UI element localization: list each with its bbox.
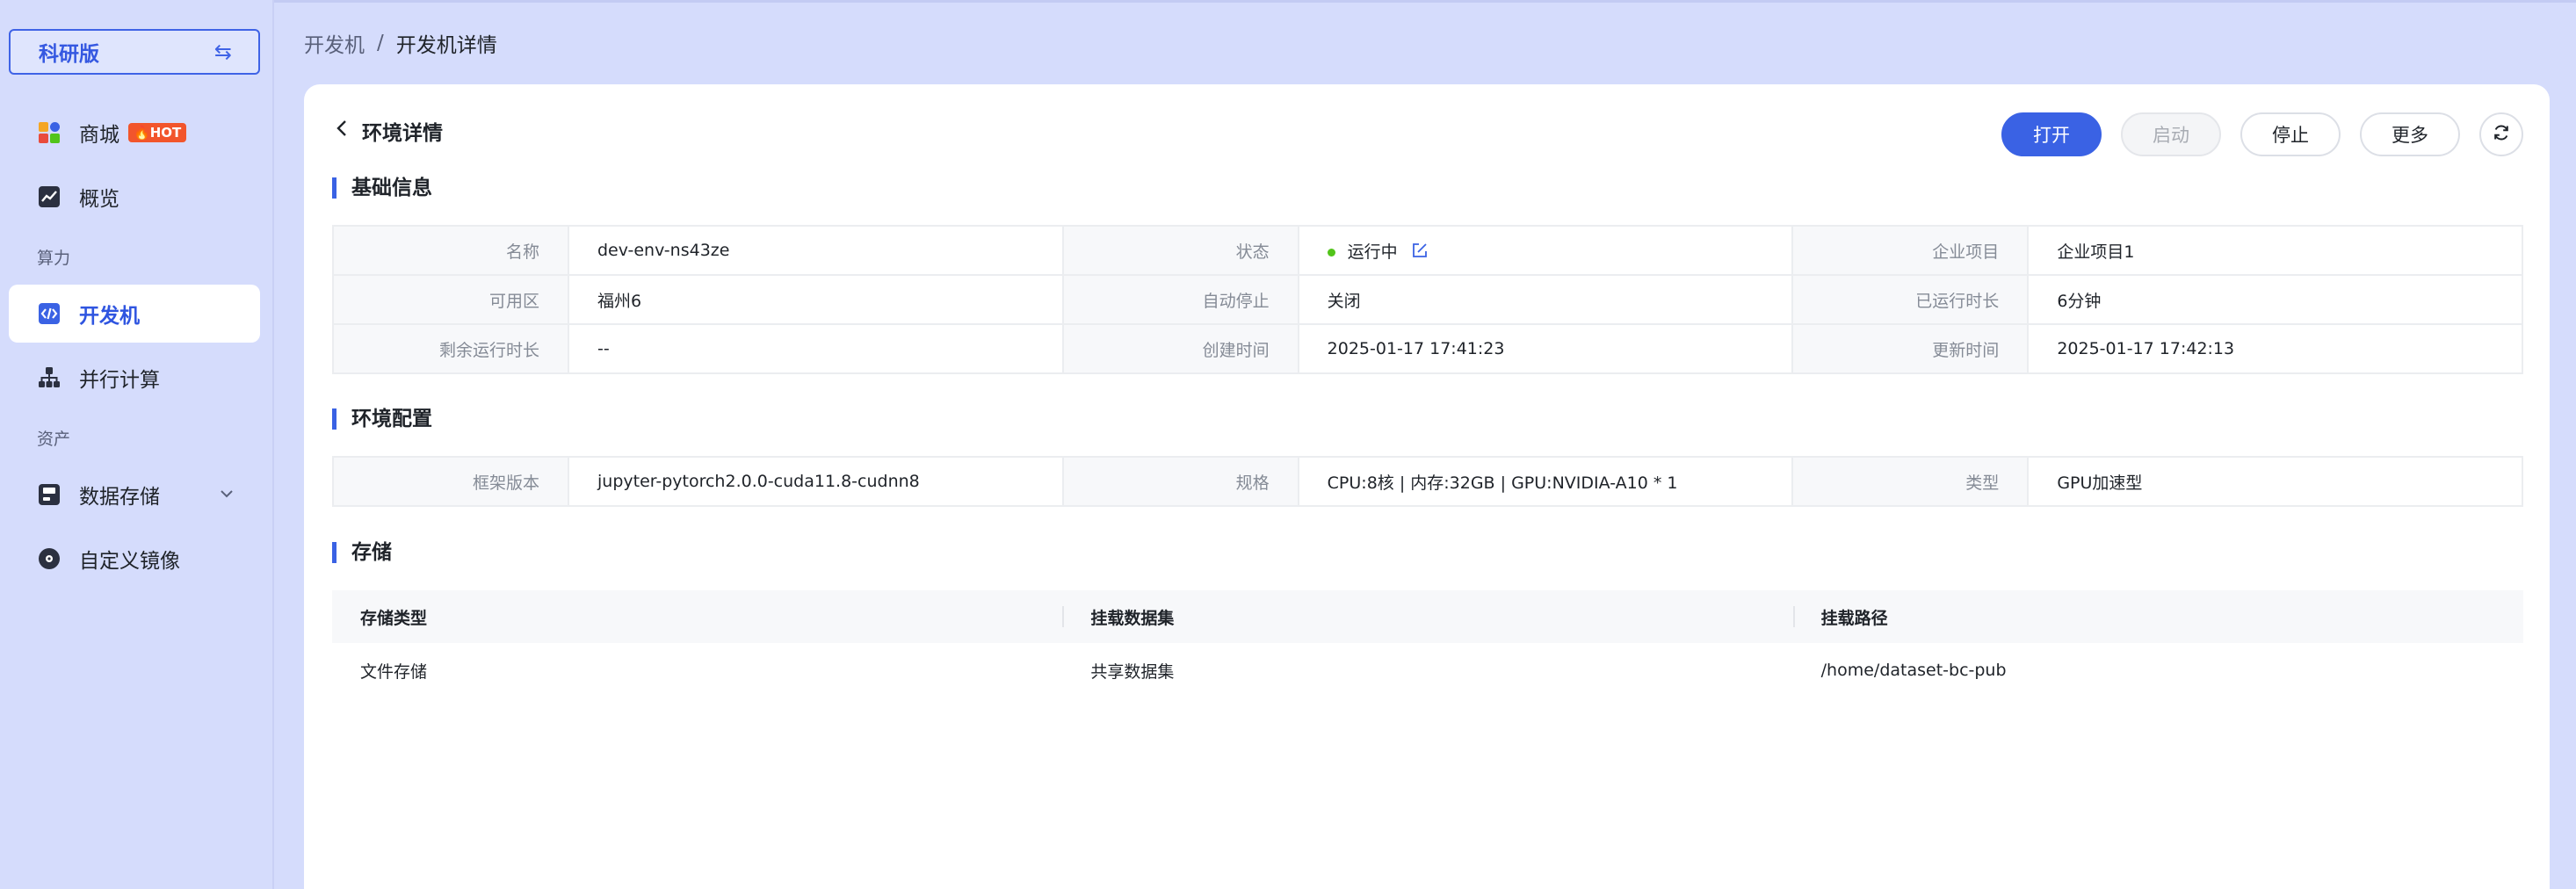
more-button[interactable]: 更多: [2360, 112, 2460, 156]
cluster-icon: [37, 365, 62, 390]
sidebar-item-label: 并行计算: [79, 369, 160, 392]
chart-icon: [37, 184, 62, 209]
type-value: GPU加速型: [2027, 456, 2523, 507]
status-text: 运行中: [1347, 242, 1398, 262]
breadcrumb-separator: /: [377, 32, 384, 54]
project-value: 企业项目1: [2027, 225, 2523, 276]
storage-type-cell: 文件存储: [360, 661, 428, 682]
table-row: 剩余运行时长 -- 创建时间 2025-01-17 17:41:23 更新时间 …: [332, 323, 2523, 374]
sidebar: 科研版 ⇆ 商城 🔥HOT 概览 算力 开发机 并行计算 资产 数据存储 自定义…: [0, 0, 274, 889]
sidebar-item-image[interactable]: 自定义镜像: [9, 530, 260, 588]
section-storage-title: 存储: [332, 540, 392, 565]
autostop-value: 关闭: [1297, 274, 1794, 325]
start-button[interactable]: 启动: [2121, 112, 2221, 156]
back-button[interactable]: 环境详情: [334, 116, 443, 146]
sidebar-item-parallel[interactable]: 并行计算: [9, 349, 260, 407]
framework-value: jupyter-pytorch2.0.0-cuda11.8-cudnn8: [568, 456, 1064, 507]
column-header-dataset: 挂载数据集: [1062, 590, 1793, 643]
breadcrumb: 开发机 / 开发机详情: [304, 28, 497, 58]
refresh-icon: [2492, 123, 2511, 147]
sidebar-item-store[interactable]: 商城 🔥HOT: [9, 104, 260, 162]
sidebar-item-label: 商城: [79, 124, 119, 147]
sidebar-item-overview[interactable]: 概览: [9, 168, 260, 226]
nav-group-assets: 资产: [37, 430, 71, 449]
created-label: 创建时间: [1061, 323, 1299, 374]
top-accent-line: [0, 0, 2576, 3]
table-row: 文件存储 共享数据集 /home/dataset-bc-pub: [332, 643, 2523, 697]
column-header-storage-type: 存储类型: [332, 590, 1063, 643]
env-config-table: 框架版本 jupyter-pytorch2.0.0-cuda11.8-cudnn…: [332, 456, 2523, 507]
edition-switcher[interactable]: 科研版 ⇆: [9, 29, 260, 75]
basic-info-table: 名称 dev-env-ns43ze 状态 运行中 企业项目 企业项目1 可用区 …: [332, 225, 2523, 374]
chevron-down-icon[interactable]: [218, 485, 235, 508]
runtime-label: 已运行时长: [1791, 274, 2030, 325]
table-row: 可用区 福州6 自动停止 关闭 已运行时长 6分钟: [332, 274, 2523, 325]
breadcrumb-parent[interactable]: 开发机: [304, 28, 365, 58]
name-value: dev-env-ns43ze: [568, 225, 1064, 276]
edit-icon[interactable]: [1412, 242, 1428, 263]
column-header-mount-path: 挂载路径: [1792, 590, 2523, 643]
code-icon: [37, 301, 62, 326]
autostop-label: 自动停止: [1061, 274, 1299, 325]
page-title: 环境详情: [362, 122, 443, 145]
section-env-title: 环境配置: [332, 407, 432, 431]
sidebar-item-label: 数据存储: [79, 486, 160, 509]
edition-label: 科研版: [39, 43, 99, 66]
sidebar-item-label: 自定义镜像: [79, 550, 180, 573]
created-value: 2025-01-17 17:41:23: [1297, 323, 1794, 374]
status-label: 状态: [1061, 225, 1299, 276]
mount-path-cell: /home/dataset-bc-pub: [1820, 661, 2007, 680]
sidebar-item-devbox[interactable]: 开发机: [9, 285, 260, 343]
spec-value: CPU:8核 | 内存:32GB | GPU:NVIDIA-A10 * 1: [1297, 456, 1794, 507]
hot-badge: 🔥HOT: [128, 123, 187, 142]
updated-value: 2025-01-17 17:42:13: [2027, 323, 2523, 374]
nav-group-compute: 算力: [37, 249, 71, 268]
table-header-row: 存储类型 挂载数据集 挂载路径: [332, 590, 2523, 643]
remain-value: --: [568, 323, 1064, 374]
zone-label: 可用区: [332, 274, 569, 325]
action-bar: 打开 启动 停止 更多: [2001, 112, 2523, 156]
table-row: 名称 dev-env-ns43ze 状态 运行中 企业项目 企业项目1: [332, 225, 2523, 276]
breadcrumb-current: 开发机详情: [395, 34, 497, 57]
status-value: 运行中: [1297, 225, 1794, 276]
sidebar-item-label: 概览: [79, 188, 119, 211]
updated-label: 更新时间: [1791, 323, 2030, 374]
storage-table: 存储类型 挂载数据集 挂载路径 文件存储 共享数据集 /home/dataset…: [332, 590, 2523, 697]
framework-label: 框架版本: [332, 456, 569, 507]
section-basic-title: 基础信息: [332, 176, 432, 200]
spec-label: 规格: [1061, 456, 1299, 507]
remain-label: 剩余运行时长: [332, 323, 569, 374]
project-label: 企业项目: [1791, 225, 2030, 276]
swap-icon: ⇆: [213, 40, 232, 64]
zone-value: 福州6: [568, 274, 1064, 325]
runtime-value: 6分钟: [2027, 274, 2523, 325]
disc-icon: [37, 546, 62, 571]
stop-button[interactable]: 停止: [2240, 112, 2341, 156]
refresh-button[interactable]: [2479, 112, 2523, 156]
detail-card: 环境详情 打开 启动 停止 更多 基础信息 名称 dev-env-ns43ze …: [304, 84, 2550, 889]
store-icon: [37, 120, 62, 145]
storage-icon: [37, 482, 62, 507]
sidebar-item-storage[interactable]: 数据存储: [9, 466, 260, 524]
sidebar-item-label: 开发机: [79, 305, 140, 328]
dataset-cell: 共享数据集: [1090, 661, 1175, 682]
status-dot: [1327, 248, 1335, 257]
chevron-left-icon: [334, 119, 350, 143]
open-button[interactable]: 打开: [2001, 112, 2102, 156]
name-label: 名称: [332, 225, 569, 276]
type-label: 类型: [1791, 456, 2030, 507]
table-row: 框架版本 jupyter-pytorch2.0.0-cuda11.8-cudnn…: [332, 456, 2523, 507]
